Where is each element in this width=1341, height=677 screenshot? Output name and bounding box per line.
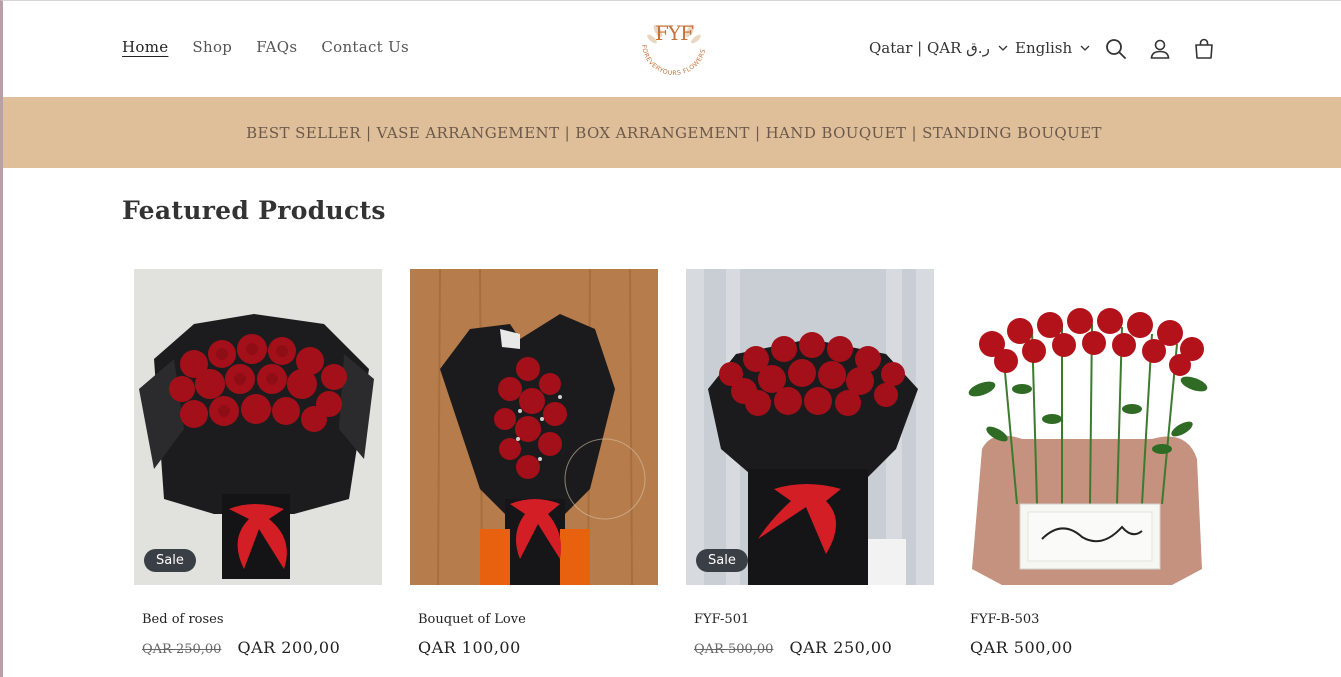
section-title: Featured Products [122, 196, 386, 225]
product-image[interactable]: Sale [134, 269, 382, 585]
product-card[interactable]: Sale Bed of roses QAR 250,00 QAR 200,00 [134, 269, 382, 657]
product-price: QAR 100,00 [418, 638, 521, 657]
rose-bouquet-image [686, 269, 934, 585]
price-row: QAR 250,00 QAR 200,00 [142, 638, 340, 657]
regular-price: QAR 500,00 [694, 642, 774, 657]
nav-home-link[interactable]: Home [122, 38, 168, 56]
product-image[interactable] [410, 269, 658, 585]
country-currency-selector[interactable]: Qatar | QAR ر.ق [869, 39, 1008, 57]
regular-price: QAR 250,00 [142, 642, 222, 657]
nav-faqs-link[interactable]: FAQs [256, 38, 297, 56]
logo-text: FOREVERYOURS FLOWERS [640, 44, 707, 77]
account-icon[interactable] [1148, 37, 1172, 61]
category-banner: BEST SELLER | VASE ARRANGEMENT | BOX ARR… [3, 97, 1341, 168]
chevron-down-icon [998, 45, 1008, 51]
product-card[interactable]: Sale FYF-501 QAR 500,00 QAR 250,00 [686, 269, 934, 657]
nav-contact-link[interactable]: Contact Us [321, 38, 409, 56]
product-price: QAR 500,00 [970, 638, 1073, 657]
sale-badge: Sale [144, 549, 196, 572]
product-name[interactable]: FYF-501 [694, 612, 749, 627]
sale-price: QAR 200,00 [237, 638, 341, 657]
country-currency-label: Qatar | QAR ر.ق [869, 39, 990, 57]
price-row: QAR 500,00 [970, 638, 1073, 657]
category-links[interactable]: BEST SELLER | VASE ARRANGEMENT | BOX ARR… [246, 124, 1102, 142]
rose-box-arrangement-image [962, 269, 1210, 585]
rose-bouquet-image [410, 269, 658, 585]
main-nav: Home Shop FAQs Contact Us [122, 38, 409, 56]
rose-bouquet-image [134, 269, 382, 585]
brand-logo[interactable]: FOREVERYOURS FLOWERS FYF [628, 17, 720, 81]
product-image[interactable]: Sale [686, 269, 934, 585]
price-row: QAR 500,00 QAR 250,00 [694, 638, 892, 657]
product-card[interactable]: Bouquet of Love QAR 100,00 [410, 269, 658, 657]
product-image[interactable] [962, 269, 1210, 585]
cart-icon[interactable] [1192, 37, 1216, 61]
language-selector[interactable]: English [1015, 39, 1090, 57]
product-name[interactable]: Bed of roses [142, 612, 224, 627]
logo-monogram: FYF [655, 21, 694, 45]
svg-text:FOREVERYOURS FLOWERS: FOREVERYOURS FLOWERS [640, 44, 707, 77]
price-row: QAR 100,00 [418, 638, 521, 657]
product-name[interactable]: FYF-B-503 [970, 612, 1039, 627]
language-label: English [1015, 39, 1073, 57]
sale-badge: Sale [696, 549, 748, 572]
product-card[interactable]: FYF-B-503 QAR 500,00 [962, 269, 1210, 657]
sale-price: QAR 250,00 [789, 638, 893, 657]
product-name[interactable]: Bouquet of Love [418, 612, 526, 627]
site-header: Home Shop FAQs Contact Us FOREVERYOURS F… [0, 1, 1341, 97]
chevron-down-icon [1080, 45, 1090, 51]
nav-shop-link[interactable]: Shop [192, 38, 232, 56]
search-icon[interactable] [1104, 37, 1128, 61]
